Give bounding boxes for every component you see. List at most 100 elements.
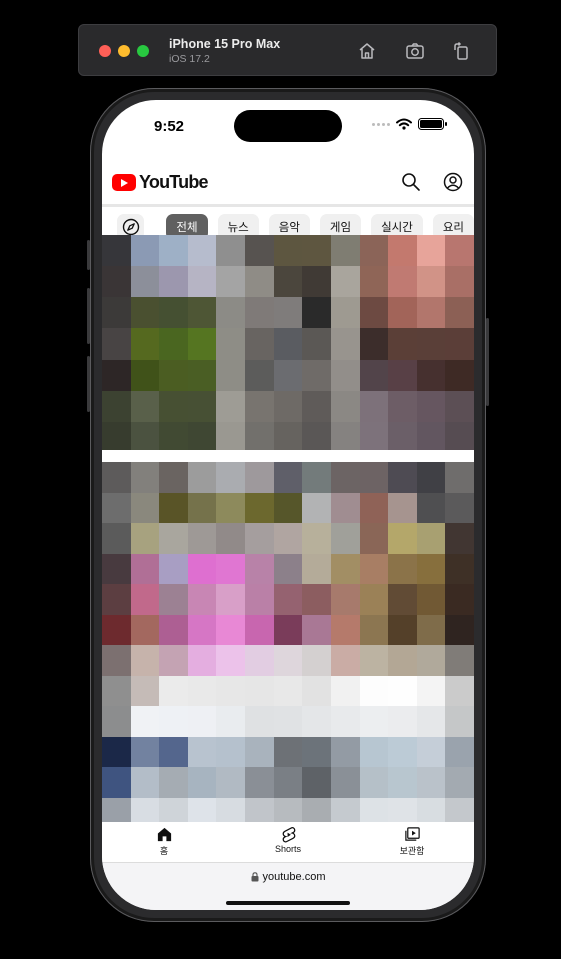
thumbnail-pixel	[130, 645, 160, 676]
thumbnail-pixel	[159, 767, 188, 798]
thumbnail-pixel	[445, 328, 474, 360]
thumbnail-pixel	[159, 266, 188, 298]
os-version: iOS 17.2	[169, 53, 210, 65]
thumbnail-pixel	[187, 297, 217, 329]
thumbnail-pixel	[330, 297, 360, 329]
thumbnail-pixel	[330, 462, 360, 493]
simulator-toolbar: iPhone 15 Pro Max iOS 17.2	[78, 24, 497, 76]
youtube-play-icon	[112, 174, 136, 191]
battery-icon	[418, 118, 447, 130]
thumbnail-pixel	[273, 297, 303, 329]
thumbnail-pixel	[445, 390, 474, 422]
thumbnail-pixel	[388, 328, 417, 360]
thumbnail-pixel	[102, 675, 131, 706]
thumbnail-pixel	[445, 523, 474, 554]
thumbnail-pixel	[388, 706, 417, 737]
thumbnail-pixel	[445, 706, 474, 737]
thumbnail-pixel	[187, 553, 217, 584]
volume-up-button	[87, 288, 90, 344]
thumbnail-pixel	[159, 235, 188, 267]
tab-library[interactable]: 보관함	[372, 826, 452, 857]
thumbnail-pixel	[245, 584, 274, 615]
thumbnail-pixel	[245, 328, 274, 360]
thumbnail-pixel	[216, 390, 246, 422]
thumbnail-pixel	[445, 462, 474, 493]
thumbnail-pixel	[445, 266, 474, 298]
thumbnail-pixel	[302, 706, 331, 737]
thumbnail-pixel	[416, 614, 446, 645]
thumbnail-pixel	[359, 297, 389, 329]
cellular-signal-icon	[372, 122, 390, 126]
thumbnail-pixel	[359, 359, 389, 391]
tab-library-label: 보관함	[399, 846, 425, 856]
thumbnail-pixel	[216, 614, 246, 645]
thumbnail-pixel	[388, 492, 417, 523]
thumbnail-pixel	[159, 614, 188, 645]
phone-screen: 9:52 YouTube 전체 뉴스 음악 게임 실시간 요리 홈 Shorts…	[102, 100, 474, 910]
thumbnail-pixel	[445, 297, 474, 329]
thumbnail-pixel	[130, 359, 160, 391]
thumbnail-pixel	[273, 614, 303, 645]
thumbnail-pixel	[130, 328, 160, 360]
thumbnail-pixel	[187, 492, 217, 523]
volume-down-button	[87, 356, 90, 412]
thumbnail-pixel	[159, 553, 188, 584]
close-window-button[interactable]	[99, 45, 111, 57]
power-button	[486, 318, 489, 406]
thumbnail-pixel	[388, 297, 417, 329]
safari-address-bar[interactable]: youtube.com	[102, 862, 474, 910]
thumbnail-pixel	[302, 297, 331, 329]
account-icon[interactable]	[442, 171, 464, 193]
video-thumbnail-2[interactable]	[102, 462, 474, 828]
thumbnail-pixel	[130, 235, 160, 267]
thumbnail-pixel	[359, 706, 389, 737]
thumbnail-pixel	[416, 584, 446, 615]
thumbnail-pixel	[359, 645, 389, 676]
thumbnail-pixel	[216, 492, 246, 523]
thumbnail-pixel	[130, 553, 160, 584]
thumbnail-pixel	[359, 492, 389, 523]
header-divider	[102, 204, 474, 207]
thumbnail-pixel	[187, 614, 217, 645]
thumbnail-pixel	[216, 706, 246, 737]
thumbnail-pixel	[359, 421, 389, 453]
thumbnail-pixel	[330, 645, 360, 676]
thumbnail-pixel	[302, 266, 331, 298]
thumbnail-pixel	[359, 614, 389, 645]
thumbnail-pixel	[302, 328, 331, 360]
youtube-wordmark: YouTube	[139, 172, 209, 192]
thumbnail-pixel	[388, 736, 417, 767]
tab-shorts[interactable]: Shorts	[248, 826, 328, 854]
thumbnail-pixel	[187, 421, 217, 453]
minimize-window-button[interactable]	[118, 45, 130, 57]
thumbnail-pixel	[388, 266, 417, 298]
youtube-logo[interactable]: YouTube	[112, 172, 209, 193]
thumbnail-pixel	[273, 328, 303, 360]
thumbnail-pixel	[416, 235, 446, 267]
url-text: youtube.com	[262, 871, 326, 883]
search-icon[interactable]	[400, 171, 422, 193]
thumbnail-pixel	[159, 523, 188, 554]
thumbnail-pixel	[245, 421, 274, 453]
thumbnail-pixel	[416, 462, 446, 493]
thumbnail-pixel	[388, 421, 417, 453]
lock-icon	[251, 872, 258, 882]
thumbnail-pixel	[302, 462, 331, 493]
thumbnail-pixel	[388, 675, 417, 706]
thumbnail-pixel	[216, 328, 246, 360]
thumbnail-pixel	[330, 675, 360, 706]
thumbnail-pixel	[330, 614, 360, 645]
thumbnail-pixel	[245, 614, 274, 645]
screenshot-button[interactable]	[403, 39, 427, 63]
thumbnail-pixel	[302, 553, 331, 584]
zoom-window-button[interactable]	[137, 45, 149, 57]
home-button[interactable]	[355, 39, 379, 63]
rotate-button[interactable]	[449, 39, 473, 63]
thumbnail-pixel	[130, 523, 160, 554]
thumbnail-pixel	[359, 675, 389, 706]
thumbnail-pixel	[159, 421, 188, 453]
video-thumbnail-1[interactable]	[102, 235, 474, 453]
thumbnail-pixel	[130, 767, 160, 798]
tab-home[interactable]: 홈	[124, 826, 204, 857]
thumbnail-pixel	[416, 767, 446, 798]
